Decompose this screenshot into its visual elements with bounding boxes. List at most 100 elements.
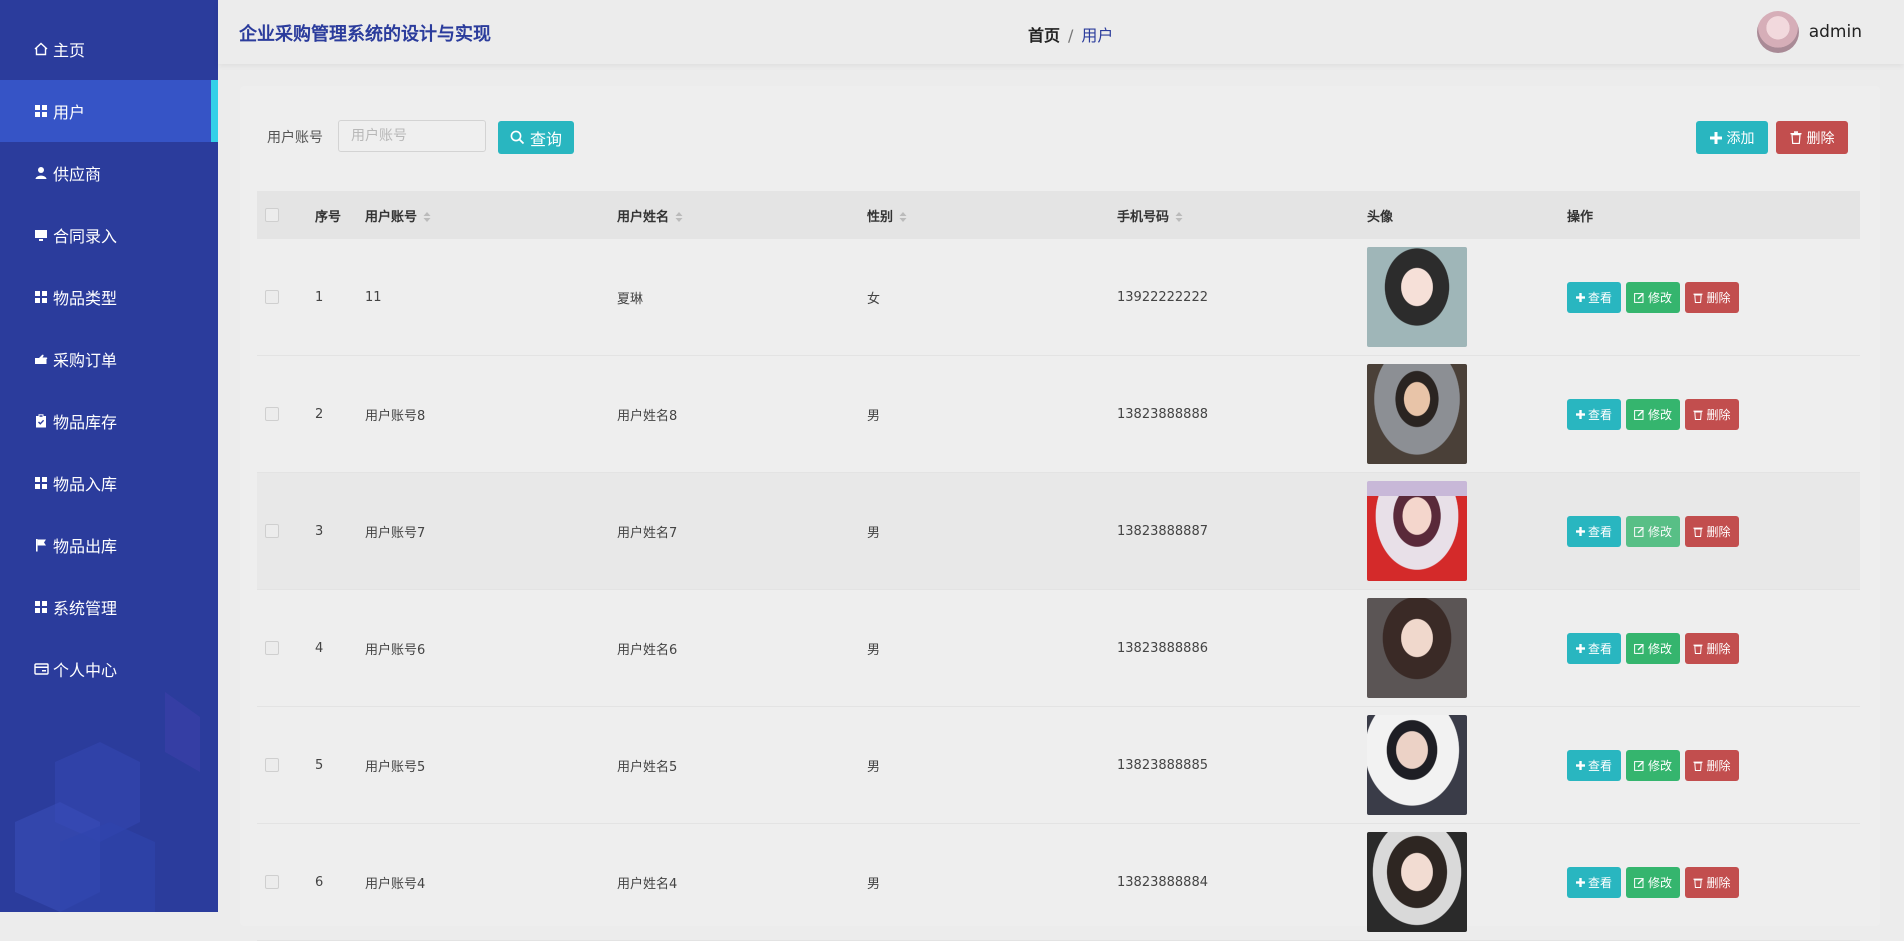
sidebar-item-stock-out[interactable]: 物品出库 <box>0 514 218 576</box>
cell-no: 2 <box>315 406 324 422</box>
edit-button[interactable]: 修改 <box>1626 281 1680 313</box>
edit-icon <box>1634 526 1644 537</box>
header-account[interactable]: 用户账号 <box>365 206 617 225</box>
sidebar-item-label: 合同录入 <box>53 227 118 246</box>
delete-button[interactable]: 删除 <box>1685 515 1739 547</box>
view-button[interactable]: 查看 <box>1567 515 1621 547</box>
sidebar-item-stock-in[interactable]: 物品入库 <box>0 452 218 514</box>
batch-delete-button[interactable]: 删除 <box>1776 121 1848 154</box>
edit-button[interactable]: 修改 <box>1626 398 1680 430</box>
row-checkbox[interactable] <box>265 758 279 772</box>
view-button[interactable]: 查看 <box>1567 749 1621 781</box>
user-avatar-image <box>1367 715 1467 815</box>
add-button[interactable]: 添加 <box>1696 121 1768 154</box>
grid-icon <box>33 599 49 615</box>
card-icon <box>33 661 49 677</box>
cell-phone: 13922222222 <box>1117 289 1208 305</box>
user-menu[interactable]: admin <box>1756 11 1862 53</box>
view-button[interactable]: 查看 <box>1567 866 1621 898</box>
trash-icon <box>1693 878 1703 888</box>
select-all-checkbox[interactable] <box>265 208 279 222</box>
sidebar-item-users[interactable]: 用户 <box>0 80 218 142</box>
view-button[interactable]: 查看 <box>1567 281 1621 313</box>
sidebar-item-inventory[interactable]: 物品库存 <box>0 390 218 452</box>
sidebar-item-label: 系统管理 <box>53 599 118 618</box>
edit-button[interactable]: 修改 <box>1626 632 1680 664</box>
row-checkbox[interactable] <box>265 641 279 655</box>
header-name[interactable]: 用户姓名 <box>617 206 867 225</box>
sidebar-item-purchase-orders[interactable]: 采购订单 <box>0 328 218 390</box>
row-checkbox[interactable] <box>265 875 279 889</box>
trash-icon <box>1693 644 1703 654</box>
header-sex[interactable]: 性别 <box>867 206 1117 225</box>
avatar[interactable] <box>1756 11 1799 53</box>
breadcrumb-home[interactable]: 首页 <box>1028 26 1060 45</box>
row-checkbox[interactable] <box>265 407 279 421</box>
sidebar-item-profile[interactable]: 个人中心 <box>0 638 218 700</box>
grid-icon <box>33 289 49 305</box>
plus-icon <box>1709 131 1722 144</box>
delete-button-label: 删除 <box>1706 290 1731 305</box>
grid-icon <box>33 103 49 119</box>
cell-no: 4 <box>315 640 324 656</box>
delete-button[interactable]: 删除 <box>1685 281 1739 313</box>
users-table: 序号 用户账号 用户姓名 性别 手机号码 头像 操作 1 11 夏琳 女 139… <box>257 191 1860 941</box>
view-button-label: 查看 <box>1587 641 1612 656</box>
view-button-label: 查看 <box>1587 875 1612 890</box>
cell-account: 11 <box>365 289 382 305</box>
cell-sex: 男 <box>867 525 881 541</box>
view-button[interactable]: 查看 <box>1567 398 1621 430</box>
cell-sex: 男 <box>867 759 881 775</box>
plus-icon <box>1575 760 1585 770</box>
sidebar-item-suppliers[interactable]: 供应商 <box>0 142 218 204</box>
monitor-icon <box>33 227 49 243</box>
header-phone[interactable]: 手机号码 <box>1117 206 1367 225</box>
sort-icon[interactable] <box>1175 211 1183 223</box>
edit-button[interactable]: 修改 <box>1626 749 1680 781</box>
sidebar: 主页 用户 供应商 合同录入 物品类型 采购订单 物品库存 物品入库 物品出库 … <box>0 0 218 912</box>
sidebar-item-home[interactable]: 主页 <box>0 18 218 80</box>
row-actions: 查看 修改 删除 <box>1567 749 1860 781</box>
query-button[interactable]: 查询 <box>498 121 574 154</box>
view-button-label: 查看 <box>1587 758 1612 773</box>
row-checkbox[interactable] <box>265 290 279 304</box>
sidebar-item-contracts[interactable]: 合同录入 <box>0 204 218 266</box>
row-checkbox[interactable] <box>265 524 279 538</box>
table-row: 2 用户账号8 用户姓名8 男 13823888888 查看 修改 删除 <box>257 356 1860 473</box>
sort-icon[interactable] <box>675 211 683 223</box>
header-account-label: 用户账号 <box>365 209 418 225</box>
sidebar-item-label: 用户 <box>53 103 86 122</box>
edit-button[interactable]: 修改 <box>1626 515 1680 547</box>
home-icon <box>33 41 49 57</box>
cell-account: 用户账号8 <box>365 408 426 424</box>
search-icon <box>510 130 525 145</box>
view-button[interactable]: 查看 <box>1567 632 1621 664</box>
delete-button[interactable]: 删除 <box>1685 749 1739 781</box>
user-avatar-image <box>1367 364 1467 464</box>
hand-icon <box>33 351 49 367</box>
cell-name: 用户姓名8 <box>617 408 678 424</box>
main-content: 用户账号 查询 添加 删除 序号 用户账号 用户姓名 性别 手机号码 头像 操作… <box>240 86 1880 941</box>
delete-button[interactable]: 删除 <box>1685 398 1739 430</box>
username[interactable]: admin <box>1809 22 1862 42</box>
edit-button-label: 修改 <box>1647 758 1672 773</box>
search-input[interactable] <box>338 120 486 152</box>
sort-icon[interactable] <box>899 211 907 223</box>
breadcrumb-separator: / <box>1068 26 1074 45</box>
sidebar-item-label: 物品库存 <box>53 413 118 432</box>
edit-button[interactable]: 修改 <box>1626 866 1680 898</box>
user-avatar-image <box>1367 598 1467 698</box>
row-actions: 查看 修改 删除 <box>1567 866 1860 898</box>
breadcrumb: 首页 / 用户 <box>1028 22 1113 46</box>
row-actions: 查看 修改 删除 <box>1567 632 1860 664</box>
sidebar-item-item-types[interactable]: 物品类型 <box>0 266 218 328</box>
sort-icon[interactable] <box>423 211 431 223</box>
plus-icon <box>1575 643 1585 653</box>
plus-icon <box>1575 877 1585 887</box>
delete-button-label: 删除 <box>1706 407 1731 422</box>
sidebar-item-system[interactable]: 系统管理 <box>0 576 218 638</box>
delete-button[interactable]: 删除 <box>1685 632 1739 664</box>
delete-button[interactable]: 删除 <box>1685 866 1739 898</box>
sidebar-item-label: 采购订单 <box>53 351 118 370</box>
edit-icon <box>1634 877 1644 888</box>
